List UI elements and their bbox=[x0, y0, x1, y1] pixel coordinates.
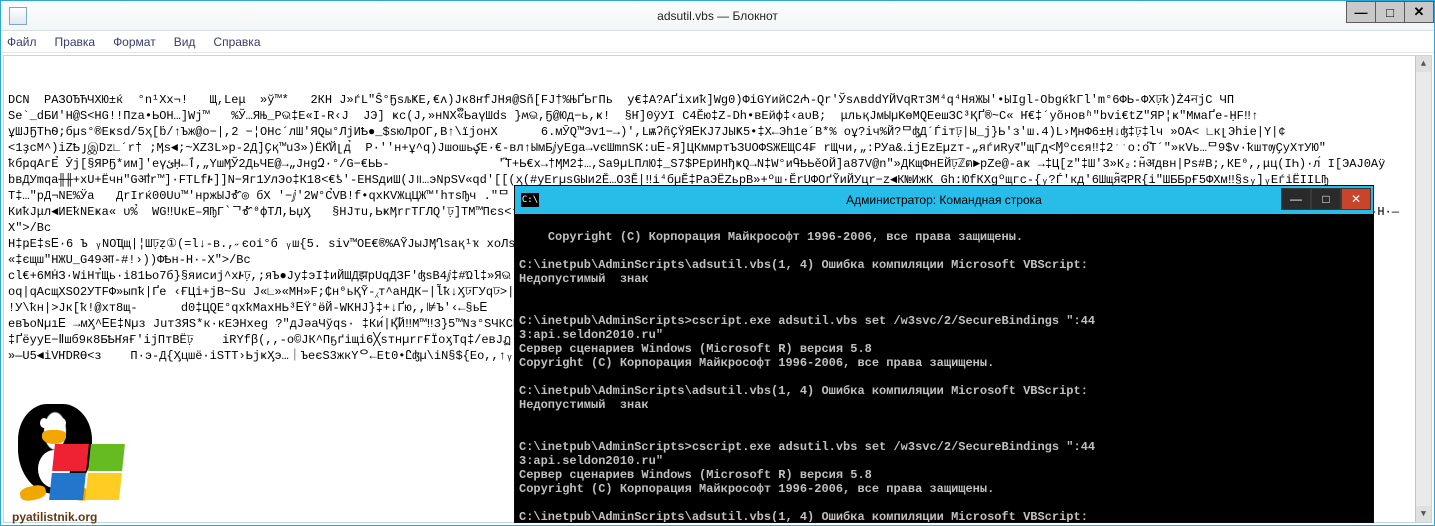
cmd-window-controls: — □ ✕ bbox=[1281, 188, 1371, 210]
minimize-button[interactable]: — bbox=[1346, 1, 1376, 23]
notepad-menubar: Файл Правка Формат Вид Справка bbox=[1, 31, 1434, 53]
scroll-up-arrow-icon[interactable]: ▲ bbox=[1416, 56, 1431, 72]
cmd-close-button[interactable]: ✕ bbox=[1341, 188, 1371, 210]
menu-file[interactable]: Файл bbox=[7, 35, 37, 49]
notepad-icon bbox=[9, 7, 27, 25]
cmd-minimize-button[interactable]: — bbox=[1281, 188, 1311, 210]
cmd-window: C:\ Администратор: Командная строка — □ … bbox=[514, 185, 1374, 523]
cmd-title: Администратор: Командная строка bbox=[846, 193, 1042, 207]
menu-view[interactable]: Вид bbox=[174, 35, 196, 49]
notepad-window-controls: — □ ✕ bbox=[1347, 1, 1434, 23]
cmd-output[interactable]: Copyright (C) Корпорация Майкрософт 1996… bbox=[515, 214, 1373, 522]
close-button[interactable]: ✕ bbox=[1404, 1, 1434, 23]
cmd-maximize-button[interactable]: □ bbox=[1311, 188, 1341, 210]
menu-edit[interactable]: Правка bbox=[55, 35, 96, 49]
menu-format[interactable]: Формат bbox=[113, 35, 156, 49]
cmd-titlebar[interactable]: C:\ Администратор: Командная строка — □ … bbox=[515, 186, 1373, 214]
notepad-title: adsutil.vbs — Блокнот bbox=[657, 9, 778, 23]
notepad-titlebar[interactable]: adsutil.vbs — Блокнот — □ ✕ bbox=[1, 1, 1434, 31]
maximize-button[interactable]: □ bbox=[1375, 1, 1405, 23]
vertical-scrollbar[interactable]: ▲ ▼ bbox=[1415, 56, 1431, 522]
cmd-icon: C:\ bbox=[521, 193, 539, 207]
scroll-track[interactable] bbox=[1416, 72, 1431, 506]
scroll-down-arrow-icon[interactable]: ▼ bbox=[1416, 506, 1431, 522]
menu-help[interactable]: Справка bbox=[213, 35, 260, 49]
